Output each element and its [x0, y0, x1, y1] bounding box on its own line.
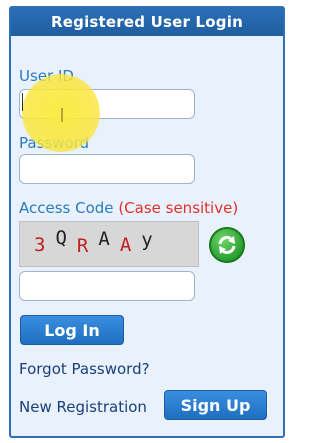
captcha-char: A [98, 228, 120, 250]
captcha-char: 3 [34, 234, 56, 256]
captcha-text: 3QRAAy [34, 227, 163, 257]
sign-up-button[interactable]: Sign Up [164, 390, 267, 420]
forgot-password-link[interactable]: Forgot Password? [19, 360, 150, 378]
panel-title: Registered User Login [11, 8, 283, 36]
access-code-label-text: Access Code [19, 199, 114, 217]
user-id-label: User ID [19, 67, 74, 85]
new-registration-link[interactable]: New Registration [19, 398, 147, 416]
access-code-label: Access Code (Case sensitive) [19, 199, 238, 217]
refresh-captcha-button[interactable] [209, 227, 245, 263]
captcha-char: y [141, 229, 163, 251]
mouse-ibeam-icon [61, 108, 63, 122]
captcha-char: R [76, 235, 99, 257]
password-input[interactable] [19, 154, 195, 184]
login-panel: Registered User Login User ID Password A… [9, 6, 285, 438]
text-caret [22, 93, 23, 111]
login-button[interactable]: Log In [20, 315, 124, 345]
refresh-icon [218, 236, 236, 254]
captcha-char: A [119, 234, 142, 256]
user-id-input[interactable] [19, 89, 195, 119]
password-label: Password [19, 134, 90, 152]
case-sensitive-note: (Case sensitive) [118, 199, 239, 217]
captcha-char: Q [55, 227, 77, 249]
access-code-input[interactable] [19, 271, 195, 301]
captcha-image: 3QRAAy [19, 221, 199, 267]
